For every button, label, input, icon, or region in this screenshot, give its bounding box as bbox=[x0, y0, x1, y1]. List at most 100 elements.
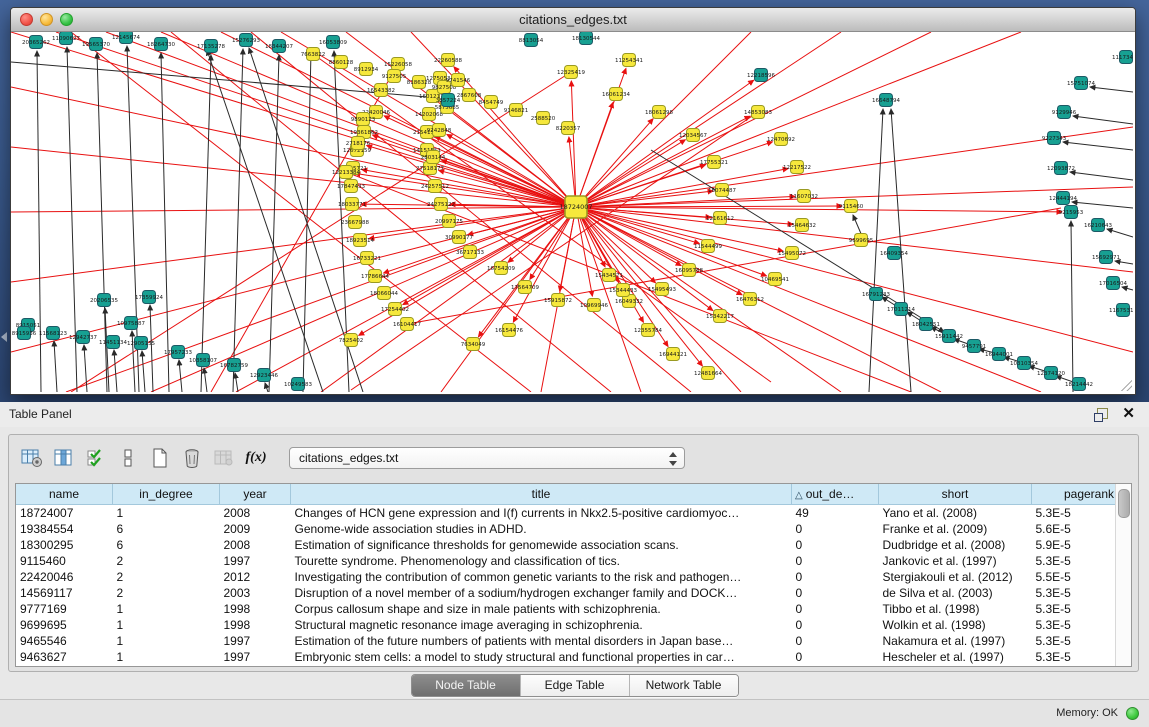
column-header-title[interactable]: title bbox=[291, 484, 792, 505]
table-cell[interactable]: 2 bbox=[113, 585, 220, 601]
table-cell[interactable]: Estimation of significance thresholds fo… bbox=[291, 537, 792, 553]
column-header-in_degree[interactable]: in_degree bbox=[113, 484, 220, 505]
table-row[interactable]: 2242004622012Investigating the contribut… bbox=[16, 569, 1132, 585]
table-row[interactable]: 911546021997Tourette syndrome. Phenomeno… bbox=[16, 553, 1132, 569]
table-selector-dropdown[interactable]: citations_edges.txt bbox=[289, 447, 685, 469]
table-cell[interactable]: 2012 bbox=[220, 569, 291, 585]
table-cell[interactable]: 0 bbox=[792, 537, 879, 553]
table-cell[interactable]: Wolkin et al. (1998) bbox=[879, 617, 1032, 633]
table-cell[interactable]: 2009 bbox=[220, 521, 291, 537]
column-header-short[interactable]: short bbox=[879, 484, 1032, 505]
table-cell[interactable]: 0 bbox=[792, 633, 879, 649]
minimize-window-button[interactable] bbox=[40, 13, 53, 26]
table-cell[interactable]: Corpus callosum shape and size in male p… bbox=[291, 601, 792, 617]
table-cell[interactable]: Jankovic et al. (1997) bbox=[879, 553, 1032, 569]
table-cell[interactable]: 0 bbox=[792, 553, 879, 569]
tab-network-table[interactable]: Network Table bbox=[630, 675, 738, 696]
table-cell[interactable]: 1 bbox=[113, 649, 220, 665]
table-cell[interactable]: Investigating the contribution of common… bbox=[291, 569, 792, 585]
column-header-out_de[interactable]: △out_de… bbox=[792, 484, 879, 505]
float-panel-icon[interactable] bbox=[1094, 408, 1107, 421]
network-canvas[interactable]: 1606123418061298120345671775532116074487… bbox=[11, 32, 1133, 392]
row-height-icon[interactable] bbox=[115, 445, 141, 471]
table-cell[interactable]: Tibbo et al. (1998) bbox=[879, 601, 1032, 617]
network-window-titlebar[interactable]: citations_edges.txt bbox=[11, 8, 1135, 32]
table-cell[interactable]: Hescheler et al. (1997) bbox=[879, 649, 1032, 665]
table-cell[interactable]: 0 bbox=[792, 585, 879, 601]
table-cell[interactable]: 1 bbox=[113, 505, 220, 522]
table-cell[interactable]: 1 bbox=[113, 633, 220, 649]
table-row[interactable]: 946362711997Embryonic stem cells: a mode… bbox=[16, 649, 1132, 665]
table-row[interactable]: 946554611997Estimation of the future num… bbox=[16, 633, 1132, 649]
table-cell[interactable]: 1998 bbox=[220, 601, 291, 617]
table-cell[interactable]: 9115460 bbox=[16, 553, 113, 569]
panel-collapse-arrow-icon[interactable] bbox=[1, 332, 7, 342]
table-cell[interactable]: 18724007 bbox=[16, 505, 113, 522]
table-cell[interactable]: Genome-wide association studies in ADHD. bbox=[291, 521, 792, 537]
table-cell[interactable]: 9463627 bbox=[16, 649, 113, 665]
function-builder-icon[interactable]: f(x) bbox=[243, 445, 269, 471]
table-cell[interactable]: 14569117 bbox=[16, 585, 113, 601]
new-table-icon[interactable] bbox=[147, 445, 173, 471]
zoom-window-button[interactable] bbox=[60, 13, 73, 26]
table-cell[interactable]: Franke et al. (2009) bbox=[879, 521, 1032, 537]
table-cell[interactable]: 2 bbox=[113, 569, 220, 585]
table-cell[interactable]: 6 bbox=[113, 521, 220, 537]
table-cell[interactable]: 1998 bbox=[220, 617, 291, 633]
table-cell[interactable]: Disruption of a novel member of a sodium… bbox=[291, 585, 792, 601]
table-cell[interactable]: 1 bbox=[113, 617, 220, 633]
tab-edge-table[interactable]: Edge Table bbox=[521, 675, 630, 696]
table-cell[interactable]: 0 bbox=[792, 569, 879, 585]
table-cell[interactable]: 0 bbox=[792, 617, 879, 633]
table-cell[interactable]: 6 bbox=[113, 537, 220, 553]
table-cell[interactable]: 0 bbox=[792, 601, 879, 617]
table-scrollbar[interactable] bbox=[1115, 484, 1131, 666]
node-table[interactable]: namein_degreeyeartitle△out_de…shortpager… bbox=[15, 483, 1132, 667]
table-cell[interactable]: 18300295 bbox=[16, 537, 113, 553]
table-settings-icon[interactable] bbox=[19, 445, 45, 471]
table-row[interactable]: 977716911998Corpus callosum shape and si… bbox=[16, 601, 1132, 617]
table-cell[interactable]: 2008 bbox=[220, 537, 291, 553]
table-cell[interactable]: 0 bbox=[792, 521, 879, 537]
close-window-button[interactable] bbox=[20, 13, 33, 26]
node-table-grid[interactable]: namein_degreeyeartitle△out_de…shortpager… bbox=[16, 484, 1132, 665]
delete-rows-icon[interactable] bbox=[179, 445, 205, 471]
table-cell[interactable]: 1997 bbox=[220, 553, 291, 569]
close-panel-icon[interactable]: ✕ bbox=[1122, 405, 1135, 423]
table-cell[interactable]: 22420046 bbox=[16, 569, 113, 585]
network-view-window[interactable]: citations_edges.txt 16061234180612981203… bbox=[10, 7, 1136, 395]
table-cell[interactable]: Estimation of the future numbers of pati… bbox=[291, 633, 792, 649]
table-cell[interactable]: 2008 bbox=[220, 505, 291, 522]
table-cell[interactable]: Dudbridge et al. (2008) bbox=[879, 537, 1032, 553]
table-row[interactable]: 1938455462009Genome-wide association stu… bbox=[16, 521, 1132, 537]
table-scrollbar-thumb[interactable] bbox=[1118, 489, 1130, 518]
table-row[interactable]: 1456911722003Disruption of a novel membe… bbox=[16, 585, 1132, 601]
table-cell[interactable]: Stergiakouli et al. (2012) bbox=[879, 569, 1032, 585]
table-row[interactable]: 969969511998Structural magnetic resonanc… bbox=[16, 617, 1132, 633]
table-row[interactable]: 1830029562008Estimation of significance … bbox=[16, 537, 1132, 553]
table-cell[interactable]: 49 bbox=[792, 505, 879, 522]
table-cell[interactable]: 9699695 bbox=[16, 617, 113, 633]
select-rows-icon[interactable] bbox=[83, 445, 109, 471]
show-columns-icon[interactable] bbox=[51, 445, 77, 471]
table-cell[interactable]: de Silva et al. (2003) bbox=[879, 585, 1032, 601]
table-cell[interactable]: Changes of HCN gene expression and I(f) … bbox=[291, 505, 792, 522]
table-cell[interactable]: 1997 bbox=[220, 649, 291, 665]
table-cell[interactable]: 2003 bbox=[220, 585, 291, 601]
table-cell[interactable]: Yano et al. (2008) bbox=[879, 505, 1032, 522]
table-cell[interactable]: 9465546 bbox=[16, 633, 113, 649]
import-table-icon[interactable] bbox=[211, 445, 237, 471]
table-cell[interactable]: 1 bbox=[113, 601, 220, 617]
column-header-year[interactable]: year bbox=[220, 484, 291, 505]
column-header-name[interactable]: name bbox=[16, 484, 113, 505]
table-cell[interactable]: Structural magnetic resonance image aver… bbox=[291, 617, 792, 633]
table-cell[interactable]: Nakamura et al. (1997) bbox=[879, 633, 1032, 649]
memory-ok-indicator-icon[interactable] bbox=[1126, 707, 1139, 720]
table-cell[interactable]: Tourette syndrome. Phenomenology and cla… bbox=[291, 553, 792, 569]
table-row[interactable]: 1872400712008Changes of HCN gene express… bbox=[16, 505, 1132, 522]
tab-node-table[interactable]: Node Table bbox=[412, 675, 521, 696]
table-cell[interactable]: 9777169 bbox=[16, 601, 113, 617]
table-cell[interactable]: 19384554 bbox=[16, 521, 113, 537]
table-cell[interactable]: Embryonic stem cells: a model to study s… bbox=[291, 649, 792, 665]
table-cell[interactable]: 0 bbox=[792, 649, 879, 665]
